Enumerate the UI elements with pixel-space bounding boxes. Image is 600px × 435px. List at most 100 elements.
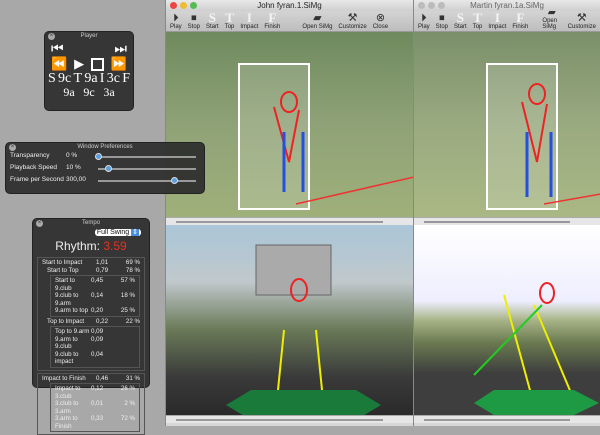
customize-button[interactable]: ⚒Customize	[568, 12, 596, 30]
tempo-item: 9.arm to 9.club0,09	[55, 336, 135, 351]
video-bottom-side[interactable]	[166, 225, 413, 415]
video-bottom-side[interactable]	[414, 225, 600, 415]
impact-button[interactable]: IImpact	[488, 12, 506, 30]
video-top-face-on[interactable]	[414, 32, 600, 217]
minimize-window-button[interactable]	[180, 2, 187, 9]
tempo-item: Top to 9.arm0,09	[55, 328, 135, 336]
open-simg-button[interactable]: ▰Open SiMg	[302, 12, 332, 30]
zoom-window-button[interactable]	[438, 2, 445, 9]
hammer-icon: ⚒	[577, 12, 587, 24]
swing-position-markers: S9cT9aI3cF	[45, 72, 133, 86]
close-window-button[interactable]	[418, 2, 425, 9]
close-button[interactable]: ⊗Close	[373, 12, 388, 30]
swing-overlay	[166, 225, 413, 415]
i-icon: I	[495, 12, 500, 24]
open-icon: ▰	[313, 12, 321, 24]
tempo-subrow: Start to Top0,7978 %	[47, 267, 140, 275]
i-icon: I	[247, 12, 252, 24]
minimize-window-button[interactable]	[428, 2, 435, 9]
finish-button[interactable]: FFinish	[264, 12, 280, 30]
pref-value: 10 %	[66, 164, 81, 171]
swing-mode-select[interactable]: Full Swing ⇕	[95, 229, 141, 236]
pref-label: Frame per Second	[10, 176, 64, 183]
stop-button[interactable]: ⏹Stop	[436, 12, 448, 30]
play-button[interactable]: ⏵Play	[418, 12, 430, 30]
slider-knob[interactable]	[95, 153, 102, 160]
window-title: John fyran.1.SiMg	[257, 1, 321, 10]
pref-slider[interactable]	[98, 156, 196, 158]
s-icon: S	[457, 12, 464, 24]
swing-overlay	[414, 225, 600, 415]
close-icon[interactable]: ×	[48, 33, 55, 40]
top-button[interactable]: TTop	[473, 12, 483, 30]
pref-value: 0 %	[66, 152, 77, 159]
player-panel: ×Player ⏮⏭ ⏪▶⏩ S9cT9aI3cF 9a9c3a	[44, 31, 134, 111]
title-bar: John fyran.1.SiMg	[166, 0, 413, 11]
tempo-item: 3.club to 3.arm0,012 %	[55, 400, 135, 415]
stop-icon[interactable]	[91, 58, 104, 71]
marker-impact[interactable]: I	[100, 72, 105, 86]
fast-forward-icon[interactable]: ⏩	[111, 56, 127, 72]
hammer-icon: ⚒	[348, 12, 358, 24]
close-icon[interactable]: ×	[36, 220, 43, 227]
stop-icon: ⏹	[439, 12, 445, 24]
tempo-item: 9.club to 9.arm0,1418 %	[55, 292, 135, 307]
tempo-item: Impact to 3.club0,1226 %	[55, 385, 135, 400]
pref-slider[interactable]	[98, 180, 196, 182]
customize-button[interactable]: ⚒Customize	[338, 12, 366, 30]
t-icon: T	[225, 12, 234, 24]
tempo-item: 3.arm to Finish0,3372 %	[55, 415, 135, 430]
tempo-subrow: Top to Impact0,2222 %	[47, 318, 140, 326]
impact-button[interactable]: IImpact	[240, 12, 258, 30]
marker-finish[interactable]: F	[122, 72, 130, 86]
tempo-item: 9.club to impact0,04	[55, 351, 135, 366]
play-icon: ⏵	[173, 12, 179, 24]
tempo-item: Start to 9.club0,4557 %	[55, 277, 135, 292]
tempo-panel: ×Tempo Full Swing ⇕ Rhythm: 3.59 Start t…	[32, 218, 150, 388]
pref-value: 300,00	[66, 176, 86, 183]
marker-9club[interactable]: 9c	[58, 72, 71, 86]
marker-start[interactable]: S	[48, 72, 56, 86]
pref-row: Transparency 0 %	[6, 152, 204, 164]
marker-9arm[interactable]: 9a	[84, 72, 97, 86]
window-preferences-panel: ×Window Preferences Transparency0 %Playb…	[5, 142, 205, 194]
skip-to-start-icon[interactable]: ⏮	[51, 41, 64, 56]
timeline-scrubber[interactable]	[166, 217, 413, 225]
zoom-window-button[interactable]	[190, 2, 197, 9]
tempo-item: 9.arm to top0,2025 %	[55, 307, 135, 315]
pref-label: Transparency	[10, 152, 50, 159]
slider-knob[interactable]	[171, 177, 178, 184]
play-icon[interactable]: ▶	[74, 56, 84, 72]
play-icon: ⏵	[421, 12, 427, 24]
f-icon: F	[516, 12, 524, 24]
rhythm-value: 3.59	[103, 239, 126, 253]
start-button[interactable]: SStart	[454, 12, 467, 30]
close-icon: ⊗	[376, 12, 385, 24]
marker-3arm[interactable]: 3a	[103, 86, 114, 98]
rhythm-readout: Rhythm: 3.59	[33, 239, 149, 253]
marker-9arm-down[interactable]: 9a	[63, 86, 74, 98]
video-window-martin: Martin fyran.1a.SiMg ⏵Play ⏹Stop SStart …	[413, 0, 600, 426]
pref-slider[interactable]	[98, 168, 196, 170]
pref-row: Frame per Second300,00	[6, 176, 204, 191]
title-bar: Martin fyran.1a.SiMg	[414, 0, 600, 11]
timeline-scrubber-bottom[interactable]	[414, 415, 600, 423]
close-icon[interactable]: ×	[9, 144, 16, 151]
skip-to-end-icon[interactable]: ⏭	[114, 41, 127, 56]
finish-button[interactable]: FFinish	[512, 12, 528, 30]
marker-3club[interactable]: 3c	[107, 72, 120, 86]
top-button[interactable]: TTop	[225, 12, 235, 30]
toolbar: ⏵Play ⏹Stop SStart TTop IImpact FFinish …	[414, 11, 600, 32]
tempo-row: Impact to Finish0,4631 %	[42, 375, 140, 383]
stop-button[interactable]: ⏹Stop	[188, 12, 200, 30]
close-window-button[interactable]	[170, 2, 177, 9]
swing-overlay	[414, 32, 600, 217]
slider-knob[interactable]	[105, 165, 112, 172]
play-button[interactable]: ⏵Play	[170, 12, 182, 30]
timeline-scrubber[interactable]	[414, 217, 600, 225]
marker-9club-down[interactable]: 9c	[83, 86, 94, 98]
marker-top[interactable]: T	[74, 72, 83, 86]
start-button[interactable]: SStart	[206, 12, 219, 30]
rewind-icon[interactable]: ⏪	[51, 56, 67, 72]
timeline-scrubber-bottom[interactable]	[166, 415, 413, 423]
